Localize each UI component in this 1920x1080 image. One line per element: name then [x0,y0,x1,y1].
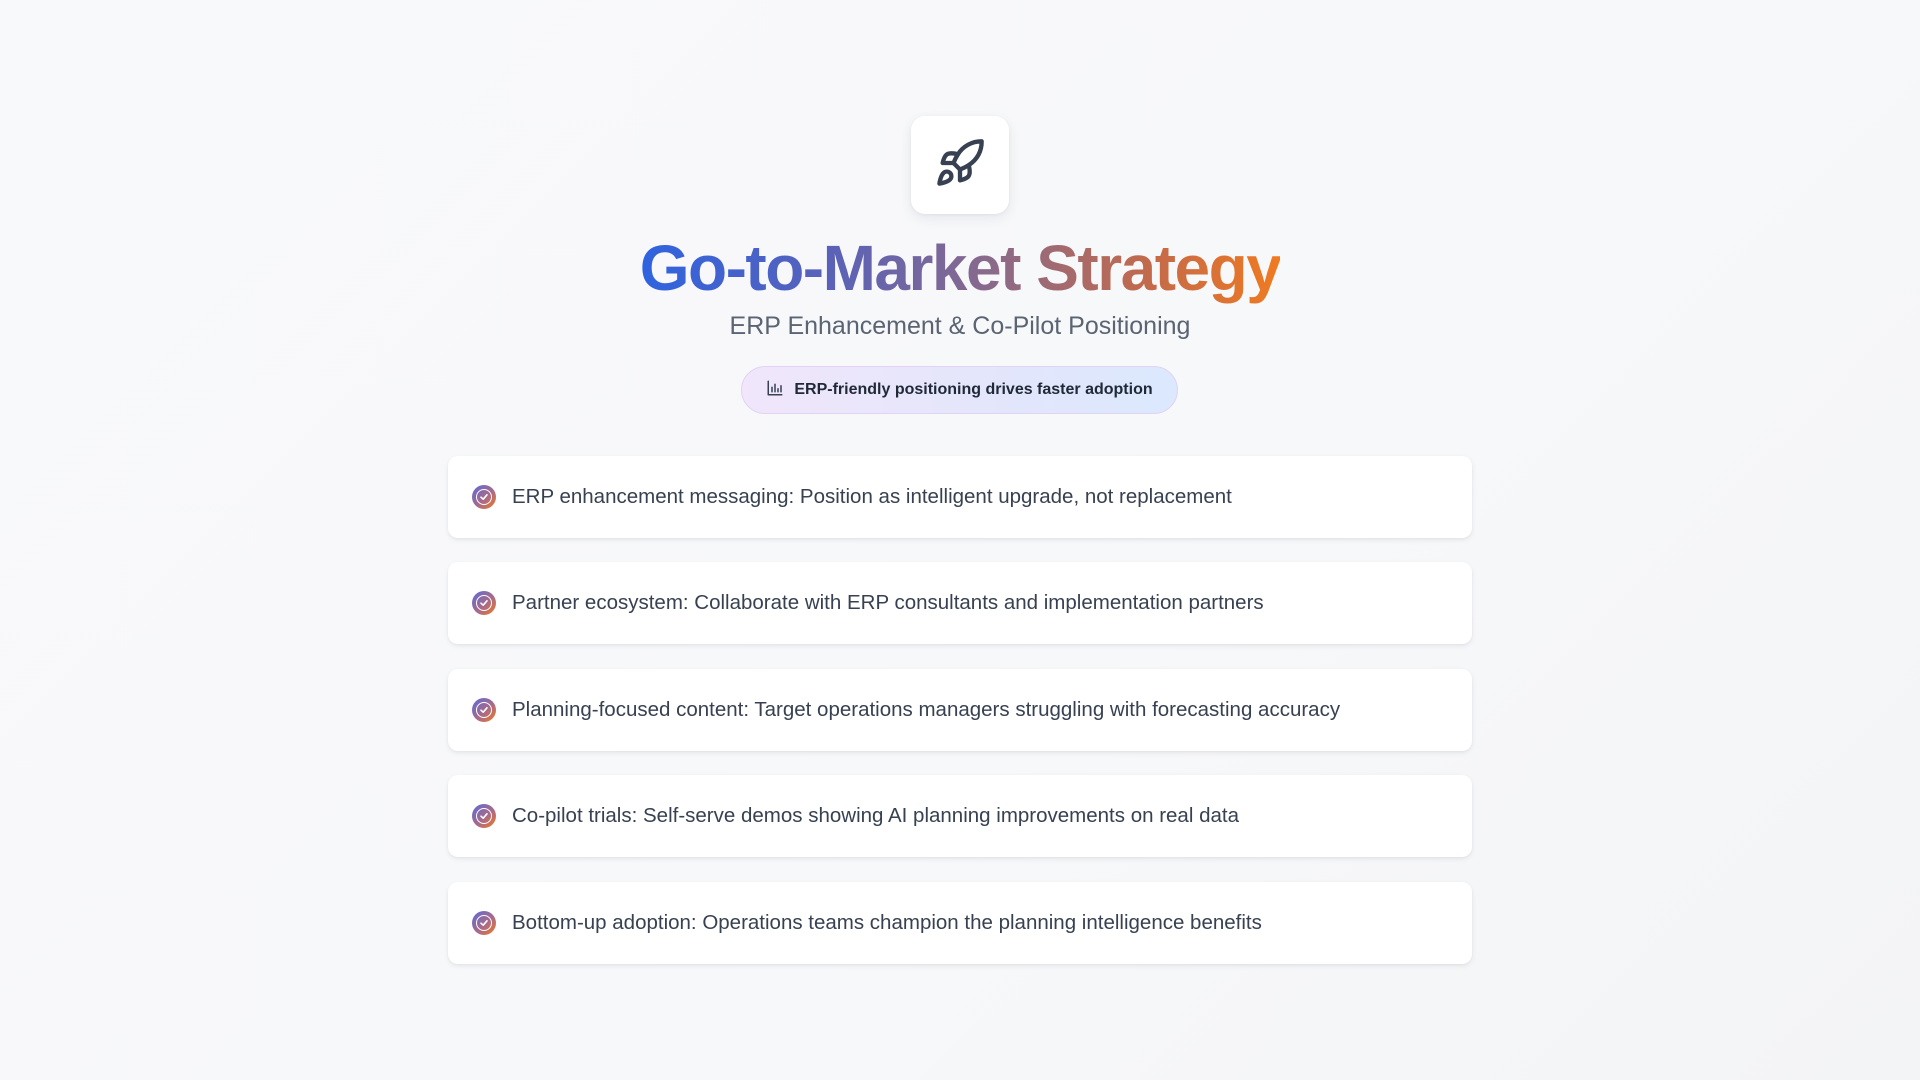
list-item-text: ERP enhancement messaging: Position as i… [512,485,1232,508]
rocket-icon [934,137,986,194]
check-circle-icon [472,485,496,509]
bar-chart-icon [766,379,784,402]
list-item-text: Planning-focused content: Target operati… [512,698,1341,721]
list-item: Planning-focused content: Target operati… [448,669,1472,751]
check-circle-icon [472,591,496,615]
list-item-text: Bottom-up adoption: Operations teams cha… [512,911,1262,934]
check-circle-icon [472,698,496,722]
list-item: ERP enhancement messaging: Position as i… [448,456,1472,538]
list-item-text: Co-pilot trials: Self-serve demos showin… [512,804,1239,827]
list-item: Partner ecosystem: Collaborate with ERP … [448,562,1472,644]
check-circle-icon [472,911,496,935]
list-item: Co-pilot trials: Self-serve demos showin… [448,775,1472,857]
title-container: Go-to-Market Strategy [0,228,1920,308]
badge-text: ERP-friendly positioning drives faster a… [794,381,1153,398]
list-item-text: Partner ecosystem: Collaborate with ERP … [512,591,1264,614]
list-item: Bottom-up adoption: Operations teams cha… [448,882,1472,964]
header-icon-tile [911,116,1009,214]
highlight-badge: ERP-friendly positioning drives faster a… [741,366,1178,414]
page-subtitle: ERP Enhancement & Co-Pilot Positioning [729,312,1191,340]
slide: Go-to-Market Strategy ERP Enhancement & … [0,0,1920,1080]
page-title: Go-to-Market Strategy [640,228,1282,308]
check-circle-icon [472,804,496,828]
